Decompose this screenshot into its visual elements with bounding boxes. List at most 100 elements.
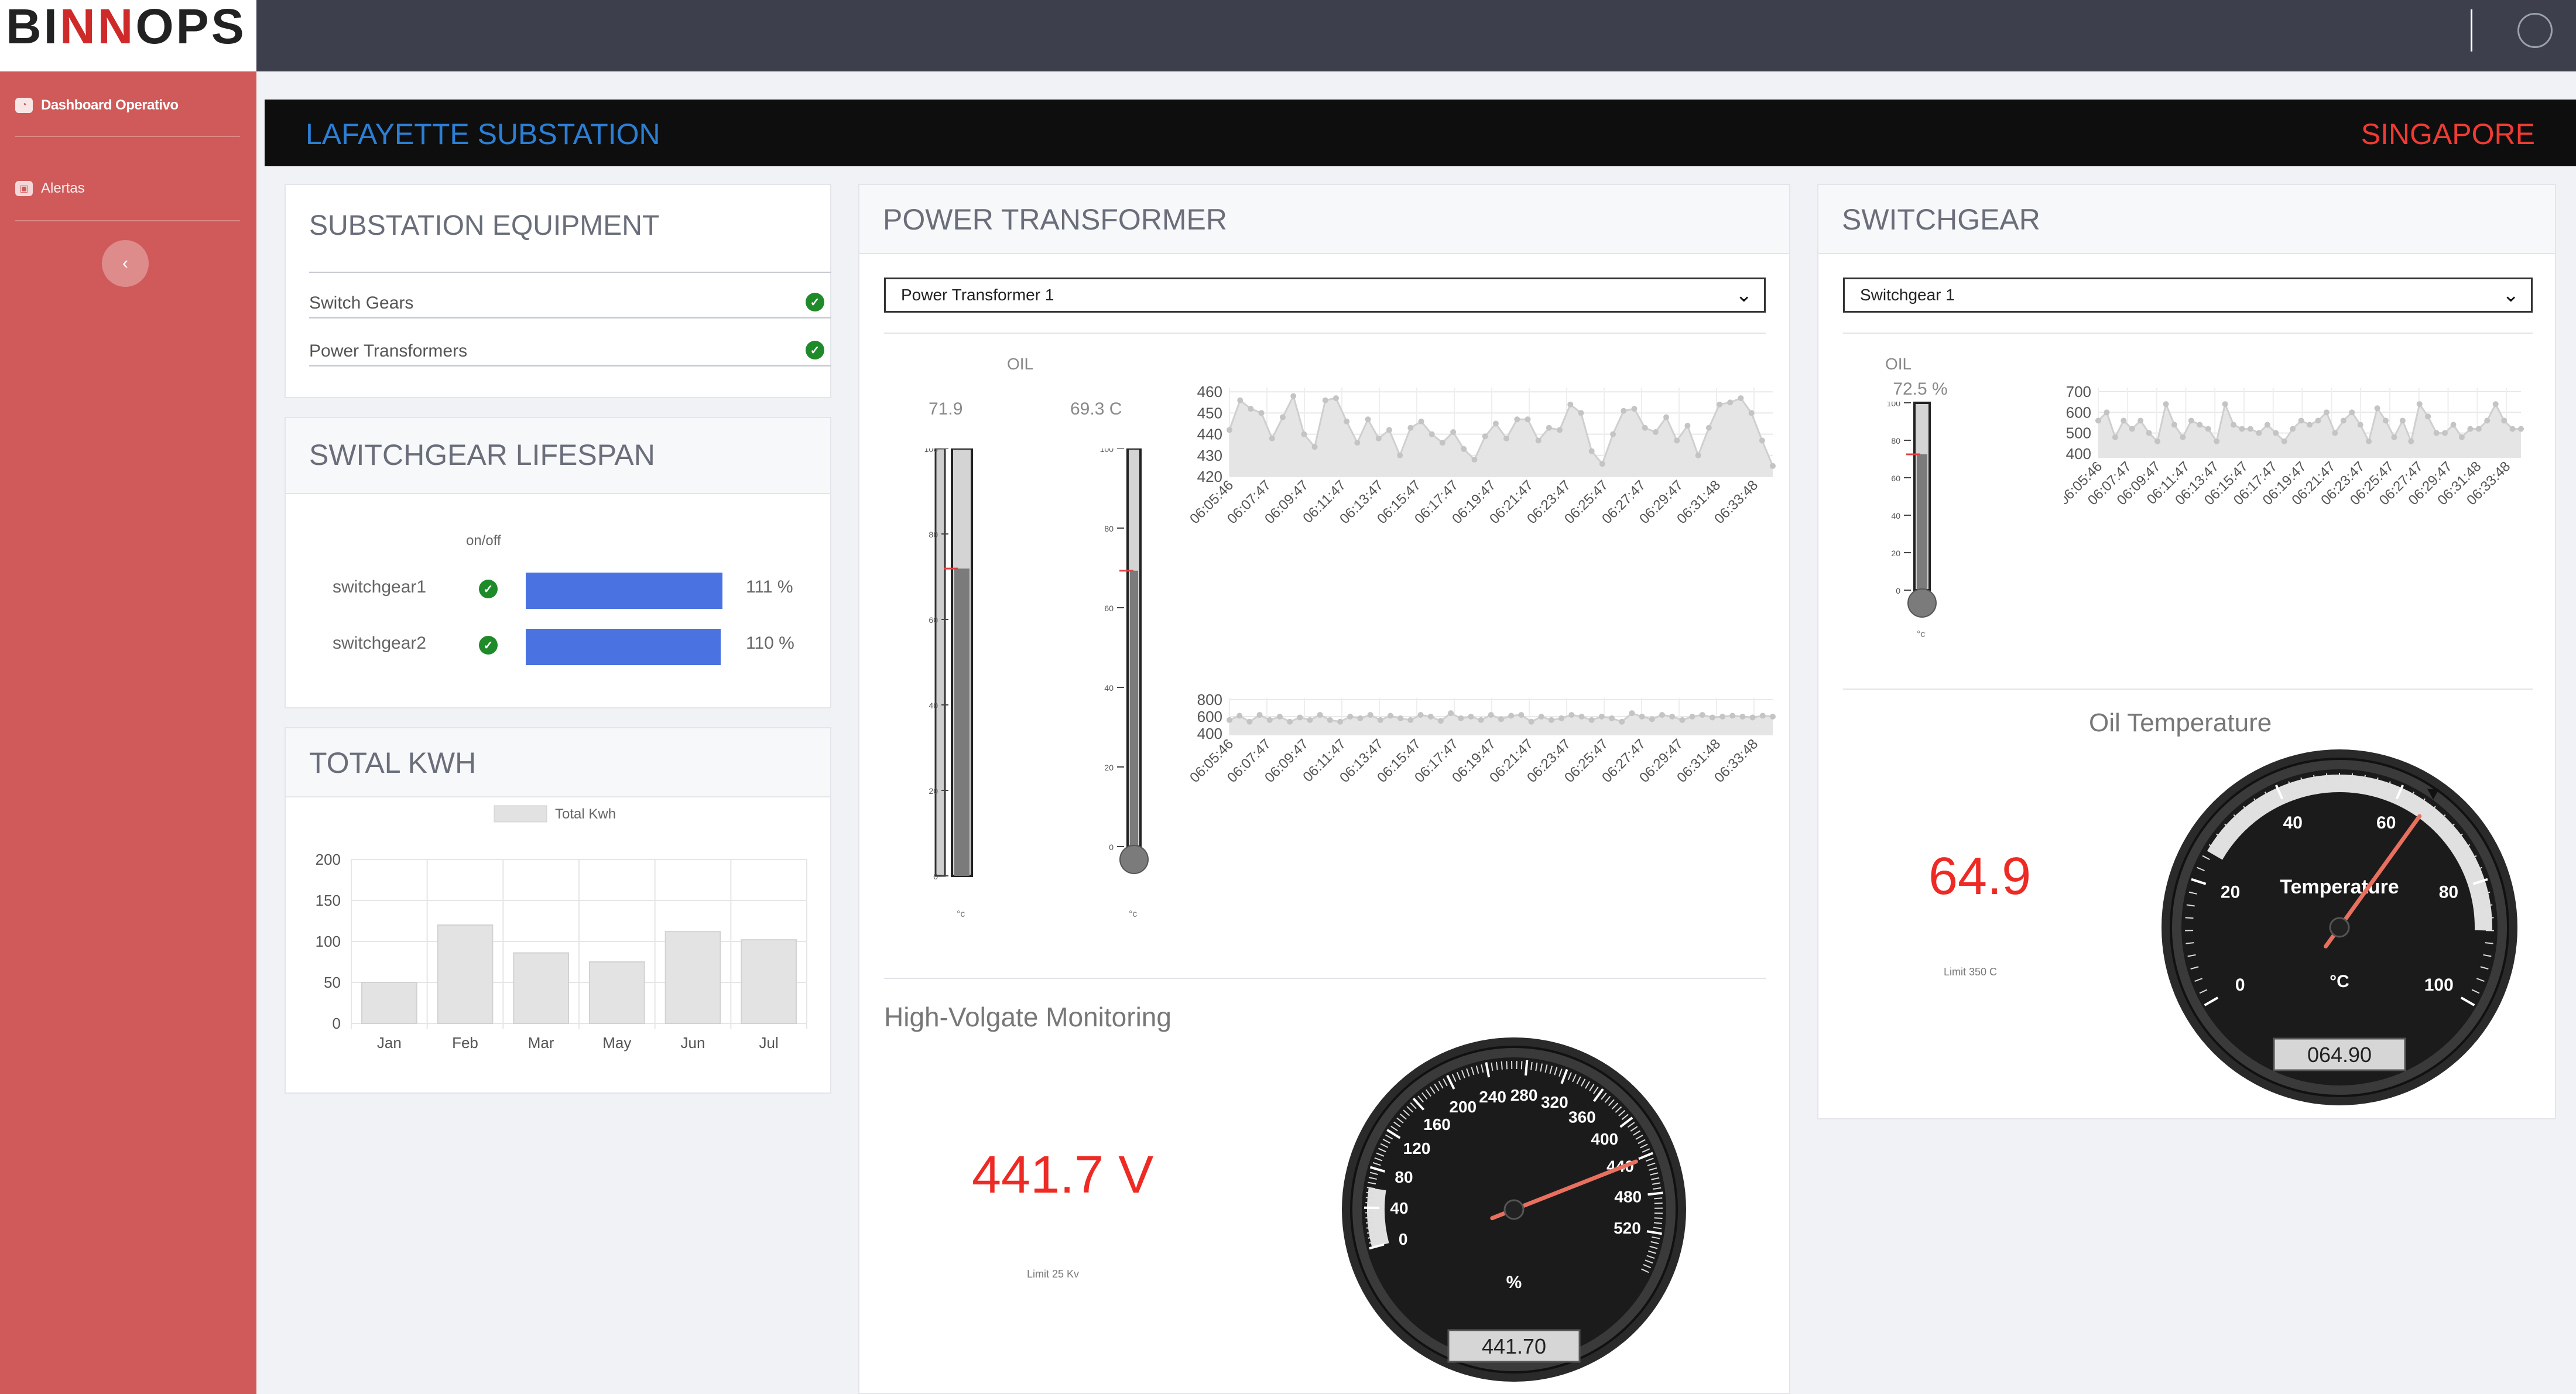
check-circle-icon: ✓ xyxy=(479,580,498,598)
panel-header: TOTAL KWH xyxy=(286,728,830,797)
data-point xyxy=(2121,417,2127,424)
data-point xyxy=(2104,409,2110,416)
logo-pre: BI xyxy=(6,0,60,54)
data-point xyxy=(1578,714,1585,720)
tick-label: 0 xyxy=(1896,586,1900,595)
gauge-label: 80 xyxy=(1395,1168,1413,1186)
tick-label: 40 xyxy=(1891,511,1900,520)
divider xyxy=(1843,689,2533,690)
data-point xyxy=(2163,401,2169,407)
data-point xyxy=(2450,422,2457,428)
data-point xyxy=(1236,713,1243,719)
gauge-tick xyxy=(1365,1221,1375,1224)
sidebar-item-label: Alertas xyxy=(41,180,85,196)
oil-temp-value: 64.9 xyxy=(1928,847,2032,906)
switchgear-select[interactable]: Switchgear 1 ⌄ xyxy=(1843,278,2533,313)
sidebar-item-alertas[interactable]: ▣ Alertas xyxy=(15,177,85,200)
data-point xyxy=(2146,430,2152,436)
logo[interactable]: BINNOPS xyxy=(0,0,256,71)
data-point xyxy=(1748,410,1755,416)
data-point xyxy=(1599,461,1605,467)
y-tick-label: 400 xyxy=(2066,445,2091,463)
data-point xyxy=(1327,717,1333,723)
tick-label: 100 xyxy=(1100,448,1114,454)
data-point xyxy=(1365,416,1371,423)
power-icon[interactable] xyxy=(2517,13,2553,48)
dashboard-icon: ◔ xyxy=(15,98,33,113)
tick-label: 20 xyxy=(1891,549,1900,558)
data-point xyxy=(2188,417,2194,424)
data-point xyxy=(2366,438,2372,444)
data-point xyxy=(2264,422,2270,428)
tick-label: 20 xyxy=(1104,763,1114,772)
data-point xyxy=(1639,714,1645,720)
oil-temp-title: Oil Temperature xyxy=(2089,708,2272,737)
data-point xyxy=(1546,424,1552,431)
tick-label: 80 xyxy=(1891,436,1900,446)
data-point xyxy=(1386,427,1392,433)
gauge-readout: 441.70 xyxy=(1482,1334,1546,1358)
oil-value-1: 71.9 xyxy=(929,399,963,419)
data-point xyxy=(1699,712,1705,718)
data-point xyxy=(1503,435,1510,441)
data-point xyxy=(1717,401,1723,407)
gauge-tick xyxy=(1654,1202,1663,1204)
data-point xyxy=(1674,437,1680,444)
data-point xyxy=(1588,717,1595,723)
collapse-sidebar-button[interactable]: ‹ xyxy=(102,240,149,287)
y-tick-label: 150 xyxy=(316,892,341,909)
sidebar-item-dashboard[interactable]: ◔ Dashboard Operativo xyxy=(15,94,179,117)
data-point xyxy=(1332,395,1339,402)
data-point xyxy=(2214,438,2220,444)
bar xyxy=(513,952,570,1025)
data-point xyxy=(1439,440,1445,446)
data-point xyxy=(2442,430,2448,436)
lifespan-value: 110 % xyxy=(746,633,794,653)
alert-icon: ▣ xyxy=(15,181,33,196)
oil-value: 72.5 % xyxy=(1893,379,1948,399)
data-point xyxy=(1478,717,1484,723)
y-tick-label: 450 xyxy=(1197,404,1222,422)
sidebar-divider xyxy=(15,220,240,221)
gauge-readout: 064.90 xyxy=(2307,1043,2372,1067)
lifespan-value: 111 % xyxy=(746,577,793,597)
data-point xyxy=(1508,713,1515,719)
gauge-label: 20 xyxy=(2221,882,2240,902)
data-point xyxy=(1258,410,1265,416)
list-item[interactable]: Power Transformers ✓ xyxy=(309,321,831,367)
x-tick-label: Jun xyxy=(681,1034,705,1052)
data-point xyxy=(1279,414,1286,420)
gauge-major-tick xyxy=(1525,1060,1529,1076)
data-point xyxy=(1375,435,1382,441)
data-point xyxy=(1397,715,1404,721)
data-point xyxy=(1492,420,1499,427)
data-point xyxy=(2281,438,2287,444)
y-tick-label: 430 xyxy=(1197,447,1222,464)
data-point xyxy=(1538,714,1544,720)
data-point xyxy=(1535,437,1542,444)
data-point xyxy=(2433,430,2440,436)
data-point xyxy=(1227,717,1232,723)
equipment-label: Switch Gears xyxy=(309,293,414,313)
gauge-label: 480 xyxy=(1614,1187,1642,1205)
bar xyxy=(437,924,494,1024)
data-point xyxy=(1246,718,1253,725)
transformer-select[interactable]: Power Transformer 1 ⌄ xyxy=(884,278,1766,313)
data-point xyxy=(2273,430,2279,436)
data-point xyxy=(1770,714,1776,720)
divider xyxy=(309,227,831,273)
data-point xyxy=(2095,417,2101,424)
oil-line-chart: 70060050040006:05:4606:07:4706:09:4706:1… xyxy=(2064,383,2524,508)
panel-title: SWITCHGEAR xyxy=(1842,203,2040,236)
data-point xyxy=(1629,710,1635,717)
data-point xyxy=(1311,444,1318,450)
legend-swatch xyxy=(494,805,547,823)
logo-text: BINNOPS xyxy=(6,0,246,53)
data-point xyxy=(2509,426,2516,432)
chevron-left-icon: ‹ xyxy=(122,254,128,273)
page-title: LAFAYETTE SUBSTATION xyxy=(306,118,660,150)
data-point xyxy=(2137,417,2144,424)
data-point xyxy=(1287,718,1293,725)
data-point xyxy=(1256,712,1263,718)
list-item[interactable]: Switch Gears ✓ xyxy=(309,273,831,318)
